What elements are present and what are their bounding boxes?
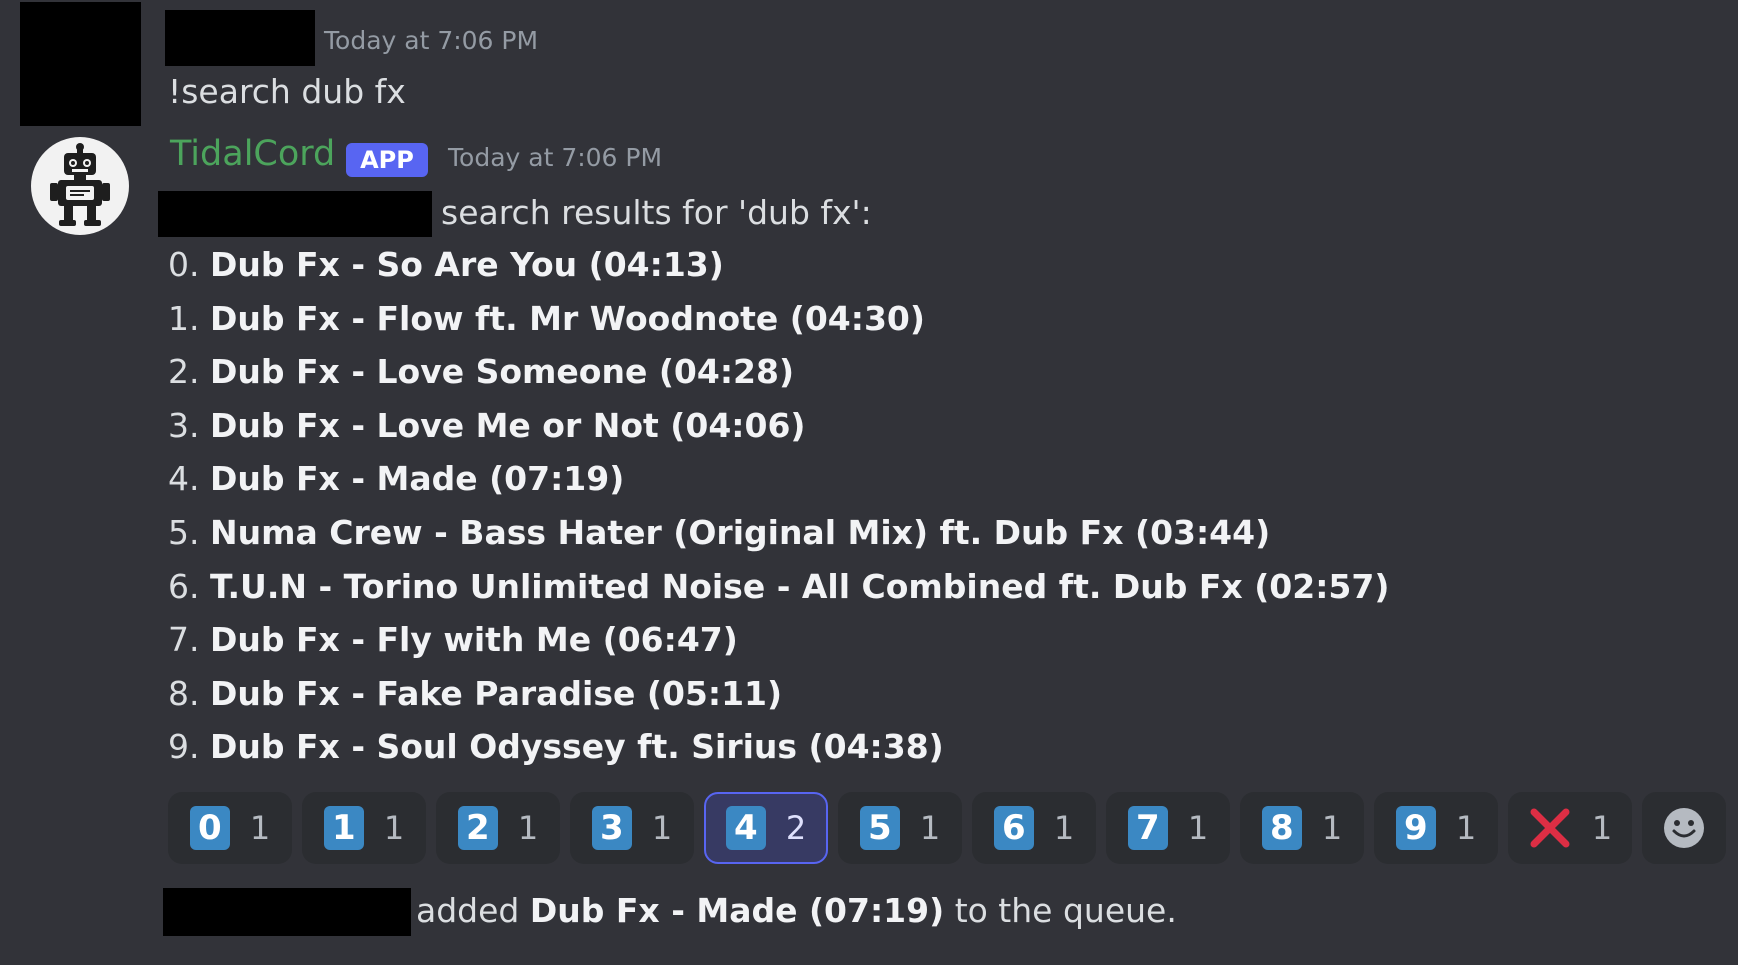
keycap-5-icon: 5 — [859, 806, 900, 850]
result-number: 1. — [168, 298, 200, 338]
list-item: 4. Dub Fx - Made (07:19) — [168, 459, 1389, 513]
keycap-6-icon: 6 — [993, 806, 1034, 850]
result-title: Dub Fx - Flow ft. Mr Woodnote (04:30) — [210, 298, 925, 338]
result-title: Dub Fx - Love Me or Not (04:06) — [210, 405, 806, 445]
reaction-count: 1 — [517, 809, 539, 847]
list-item: 3. Dub Fx - Love Me or Not (04:06) — [168, 406, 1389, 460]
search-results-list: 0. Dub Fx - So Are You (04:13) 1. Dub Fx… — [168, 245, 1389, 781]
result-title: Dub Fx - So Are You (04:13) — [210, 245, 724, 284]
keycap-8-icon: 8 — [1261, 806, 1302, 850]
keycap-7-icon: 7 — [1127, 806, 1168, 850]
keycap-3-icon: 3 — [591, 806, 632, 850]
redacted-username — [165, 10, 315, 66]
reaction-keycap-8[interactable]: 8 1 — [1240, 792, 1364, 864]
reaction-count: 1 — [651, 809, 673, 847]
reaction-count: 1 — [1187, 809, 1209, 847]
reaction-cross-mark[interactable]: 1 — [1508, 792, 1632, 864]
reaction-keycap-7[interactable]: 7 1 — [1106, 792, 1230, 864]
result-number: 3. — [168, 405, 200, 445]
reaction-count: 1 — [1591, 809, 1613, 847]
app-badge: APP — [346, 143, 428, 177]
reaction-count: 1 — [1455, 809, 1477, 847]
result-number: 0. — [168, 245, 200, 284]
result-number: 7. — [168, 620, 200, 660]
redacted-requester — [163, 888, 411, 936]
list-item: 5. Numa Crew - Bass Hater (Original Mix)… — [168, 513, 1389, 567]
result-number: 8. — [168, 673, 200, 713]
keycap-0-icon: 0 — [189, 806, 230, 850]
keycap-2-icon: 2 — [457, 806, 498, 850]
bot-avatar[interactable] — [31, 137, 129, 235]
keycap-4-icon: 4 — [725, 806, 766, 850]
reaction-keycap-2[interactable]: 2 1 — [436, 792, 560, 864]
list-item: 8. Dub Fx - Fake Paradise (05:11) — [168, 674, 1389, 728]
robot-icon — [50, 143, 110, 226]
user-message-timestamp: Today at 7:06 PM — [324, 26, 539, 55]
queue-track: Dub Fx - Made (07:19) — [529, 891, 945, 930]
reaction-count: 1 — [383, 809, 405, 847]
list-item: 1. Dub Fx - Flow ft. Mr Woodnote (04:30) — [168, 299, 1389, 353]
redacted-mention — [158, 191, 432, 237]
add-reaction-button[interactable] — [1642, 792, 1726, 864]
smiley-face-icon — [1664, 808, 1704, 848]
cross-mark-icon — [1528, 806, 1572, 850]
reaction-count: 1 — [249, 809, 271, 847]
result-number: 6. — [168, 566, 200, 606]
queue-suffix: to the queue. — [954, 891, 1177, 930]
reaction-keycap-5[interactable]: 5 1 — [838, 792, 962, 864]
queue-message: added Dub Fx - Made (07:19) to the queue… — [416, 891, 1177, 931]
reaction-keycap-9[interactable]: 9 1 — [1374, 792, 1498, 864]
user-message-text: !search dub fx — [168, 72, 406, 111]
keycap-9-icon: 9 — [1395, 806, 1436, 850]
reaction-keycap-4[interactable]: 4 2 — [704, 792, 828, 864]
reaction-keycap-6[interactable]: 6 1 — [972, 792, 1096, 864]
result-title: T.U.N - Torino Unlimited Noise - All Com… — [210, 566, 1390, 606]
bot-message-timestamp: Today at 7:06 PM — [448, 143, 663, 172]
reaction-count: 1 — [919, 809, 941, 847]
list-item: 9. Dub Fx - Soul Odyssey ft. Sirius (04:… — [168, 727, 1389, 781]
list-item: 0. Dub Fx - So Are You (04:13) — [168, 245, 1389, 299]
result-number: 9. — [168, 727, 200, 767]
search-results-header: search results for 'dub fx': — [441, 193, 872, 232]
result-number: 2. — [168, 352, 200, 392]
list-item: 6. T.U.N - Torino Unlimited Noise - All … — [168, 567, 1389, 621]
result-title: Dub Fx - Fake Paradise (05:11) — [210, 673, 783, 713]
result-title: Dub Fx - Fly with Me (06:47) — [210, 620, 738, 660]
reactions-bar: 0 1 1 1 2 1 3 1 4 2 5 1 6 1 7 1 8 1 9 1 — [168, 792, 1726, 864]
result-title: Dub Fx - Made (07:19) — [210, 459, 625, 499]
bot-username[interactable]: TidalCord — [170, 134, 335, 174]
queue-prefix: added — [416, 891, 520, 930]
reaction-count: 1 — [1321, 809, 1343, 847]
keycap-1-icon: 1 — [323, 806, 364, 850]
reaction-keycap-0[interactable]: 0 1 — [168, 792, 292, 864]
reaction-count: 2 — [785, 809, 807, 847]
result-title: Dub Fx - Soul Odyssey ft. Sirius (04:38) — [210, 727, 944, 767]
list-item: 2. Dub Fx - Love Someone (04:28) — [168, 352, 1389, 406]
result-title: Dub Fx - Love Someone (04:28) — [210, 352, 795, 392]
reaction-keycap-3[interactable]: 3 1 — [570, 792, 694, 864]
redacted-user-avatar — [20, 2, 141, 126]
list-item: 7. Dub Fx - Fly with Me (06:47) — [168, 620, 1389, 674]
result-number: 4. — [168, 459, 200, 499]
reaction-count: 1 — [1053, 809, 1075, 847]
result-number: 5. — [168, 512, 200, 552]
reaction-keycap-1[interactable]: 1 1 — [302, 792, 426, 864]
result-title: Numa Crew - Bass Hater (Original Mix) ft… — [210, 512, 1271, 552]
